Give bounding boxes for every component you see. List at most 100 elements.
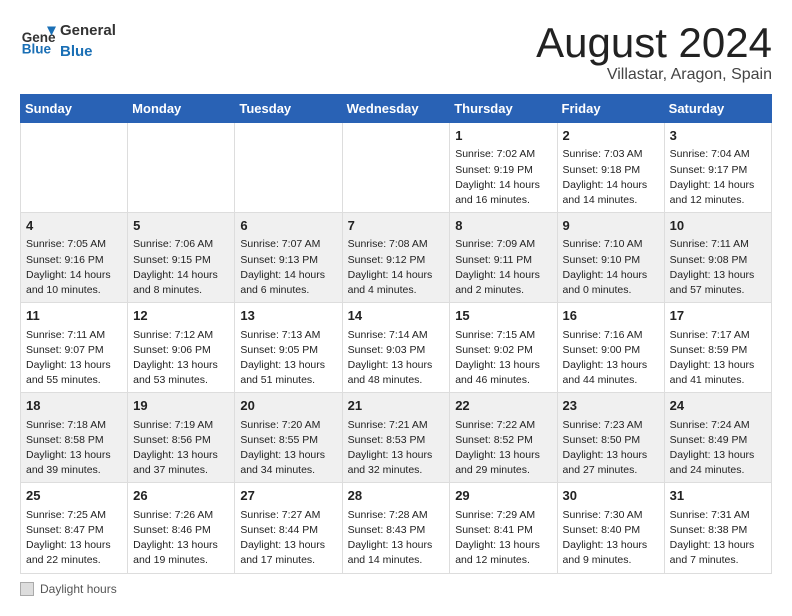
- day-number: 24: [670, 397, 766, 415]
- day-number: 14: [348, 307, 445, 325]
- page-header: General Blue General Blue August 2024 Vi…: [20, 20, 772, 84]
- day-info: Sunrise: 7:12 AM Sunset: 9:06 PM Dayligh…: [133, 328, 229, 389]
- calendar-cell: 25 Sunrise: 7:25 AM Sunset: 8:47 PM Dayli…: [21, 483, 128, 573]
- day-info: Sunrise: 7:06 AM Sunset: 9:15 PM Dayligh…: [133, 237, 229, 298]
- day-number: 17: [670, 307, 766, 325]
- day-number: 5: [133, 217, 229, 235]
- calendar-cell: 5 Sunrise: 7:06 AM Sunset: 9:15 PM Daylig…: [128, 213, 235, 303]
- day-info: Sunrise: 7:15 AM Sunset: 9:02 PM Dayligh…: [455, 328, 551, 389]
- day-info: Sunrise: 7:02 AM Sunset: 9:19 PM Dayligh…: [455, 147, 551, 208]
- day-info: Sunrise: 7:25 AM Sunset: 8:47 PM Dayligh…: [26, 508, 122, 569]
- daylight-label: Daylight hours: [40, 582, 117, 596]
- month-year-title: August 2024: [536, 20, 772, 66]
- location-subtitle: Villastar, Aragon, Spain: [536, 66, 772, 84]
- calendar-cell: 11Sunrise: 7:11 AM Sunset: 9:07 PM Dayli…: [21, 303, 128, 393]
- calendar-week-row: 1Sunrise: 7:02 AM Sunset: 9:19 PM Daylig…: [21, 123, 772, 213]
- calendar-cell: 20 Sunrise: 7:20 AM Sunset: 8:55 PM Dayli…: [235, 393, 342, 483]
- calendar-table: SundayMondayTuesdayWednesdayThursdayFrid…: [20, 94, 772, 573]
- day-info: Sunrise: 7:18 AM Sunset: 8:58 PM Dayligh…: [26, 418, 122, 479]
- day-info: Sunrise: 7:05 AM Sunset: 9:16 PM Dayligh…: [26, 237, 122, 298]
- calendar-cell: 19 Sunrise: 7:19 AM Sunset: 8:56 PM Dayli…: [128, 393, 235, 483]
- day-info: Sunrise: 7:03 AM Sunset: 9:18 PM Dayligh…: [563, 147, 659, 208]
- logo-icon: General Blue: [20, 22, 56, 58]
- day-info: Sunrise: 7:27 AM Sunset: 8:44 PM Dayligh…: [240, 508, 336, 569]
- day-info: Sunrise: 7:26 AM Sunset: 8:46 PM Dayligh…: [133, 508, 229, 569]
- day-number: 13: [240, 307, 336, 325]
- day-number: 28: [348, 487, 445, 505]
- day-number: 23: [563, 397, 659, 415]
- day-info: Sunrise: 7:19 AM Sunset: 8:56 PM Dayligh…: [133, 418, 229, 479]
- day-number: 31: [670, 487, 766, 505]
- col-header-thursday: Thursday: [450, 95, 557, 123]
- day-info: Sunrise: 7:04 AM Sunset: 9:17 PM Dayligh…: [670, 147, 766, 208]
- calendar-week-row: 18Sunrise: 7:18 AM Sunset: 8:58 PM Dayli…: [21, 393, 772, 483]
- col-header-friday: Friday: [557, 95, 664, 123]
- calendar-cell: 4 Sunrise: 7:05 AM Sunset: 9:16 PM Daylig…: [21, 213, 128, 303]
- day-number: 4: [26, 217, 122, 235]
- calendar-cell: 24 Sunrise: 7:24 AM Sunset: 8:49 PM Dayli…: [664, 393, 771, 483]
- day-number: 22: [455, 397, 551, 415]
- day-info: Sunrise: 7:21 AM Sunset: 8:53 PM Dayligh…: [348, 418, 445, 479]
- calendar-cell: 14 Sunrise: 7:14 AM Sunset: 9:03 PM Dayli…: [342, 303, 450, 393]
- day-number: 16: [563, 307, 659, 325]
- calendar-cell: 22 Sunrise: 7:22 AM Sunset: 8:52 PM Dayli…: [450, 393, 557, 483]
- day-number: 12: [133, 307, 229, 325]
- day-info: Sunrise: 7:23 AM Sunset: 8:50 PM Dayligh…: [563, 418, 659, 479]
- calendar-week-row: 11Sunrise: 7:11 AM Sunset: 9:07 PM Dayli…: [21, 303, 772, 393]
- calendar-cell: 12 Sunrise: 7:12 AM Sunset: 9:06 PM Dayli…: [128, 303, 235, 393]
- day-number: 3: [670, 127, 766, 145]
- calendar-cell: 3 Sunrise: 7:04 AM Sunset: 9:17 PM Daylig…: [664, 123, 771, 213]
- logo-blue-text: Blue: [60, 43, 93, 60]
- day-info: Sunrise: 7:24 AM Sunset: 8:49 PM Dayligh…: [670, 418, 766, 479]
- day-number: 30: [563, 487, 659, 505]
- day-number: 10: [670, 217, 766, 235]
- calendar-cell: 18Sunrise: 7:18 AM Sunset: 8:58 PM Dayli…: [21, 393, 128, 483]
- day-number: 25: [26, 487, 122, 505]
- col-header-monday: Monday: [128, 95, 235, 123]
- calendar-cell: 6 Sunrise: 7:07 AM Sunset: 9:13 PM Daylig…: [235, 213, 342, 303]
- calendar-cell: 10 Sunrise: 7:11 AM Sunset: 9:08 PM Dayli…: [664, 213, 771, 303]
- col-header-saturday: Saturday: [664, 95, 771, 123]
- day-info: Sunrise: 7:14 AM Sunset: 9:03 PM Dayligh…: [348, 328, 445, 389]
- calendar-cell: 15 Sunrise: 7:15 AM Sunset: 9:02 PM Dayli…: [450, 303, 557, 393]
- calendar-week-row: 4 Sunrise: 7:05 AM Sunset: 9:16 PM Daylig…: [21, 213, 772, 303]
- day-info: Sunrise: 7:13 AM Sunset: 9:05 PM Dayligh…: [240, 328, 336, 389]
- day-number: 6: [240, 217, 336, 235]
- day-info: Sunrise: 7:11 AM Sunset: 9:07 PM Dayligh…: [26, 328, 122, 389]
- calendar-cell: 31 Sunrise: 7:31 AM Sunset: 8:38 PM Dayli…: [664, 483, 771, 573]
- day-number: 15: [455, 307, 551, 325]
- calendar-cell: 21 Sunrise: 7:21 AM Sunset: 8:53 PM Dayli…: [342, 393, 450, 483]
- calendar-cell: 8Sunrise: 7:09 AM Sunset: 9:11 PM Daylig…: [450, 213, 557, 303]
- day-info: Sunrise: 7:10 AM Sunset: 9:10 PM Dayligh…: [563, 237, 659, 298]
- calendar-cell: 29Sunrise: 7:29 AM Sunset: 8:41 PM Dayli…: [450, 483, 557, 573]
- calendar-week-row: 25 Sunrise: 7:25 AM Sunset: 8:47 PM Dayli…: [21, 483, 772, 573]
- day-info: Sunrise: 7:31 AM Sunset: 8:38 PM Dayligh…: [670, 508, 766, 569]
- col-header-sunday: Sunday: [21, 95, 128, 123]
- calendar-cell: 27Sunrise: 7:27 AM Sunset: 8:44 PM Dayli…: [235, 483, 342, 573]
- day-info: Sunrise: 7:20 AM Sunset: 8:55 PM Dayligh…: [240, 418, 336, 479]
- day-info: Sunrise: 7:30 AM Sunset: 8:40 PM Dayligh…: [563, 508, 659, 569]
- calendar-cell: 30 Sunrise: 7:30 AM Sunset: 8:40 PM Dayli…: [557, 483, 664, 573]
- calendar-cell: 23 Sunrise: 7:23 AM Sunset: 8:50 PM Dayli…: [557, 393, 664, 483]
- calendar-cell: [235, 123, 342, 213]
- day-info: Sunrise: 7:07 AM Sunset: 9:13 PM Dayligh…: [240, 237, 336, 298]
- day-number: 21: [348, 397, 445, 415]
- calendar-cell: 13 Sunrise: 7:13 AM Sunset: 9:05 PM Dayli…: [235, 303, 342, 393]
- logo: General Blue General Blue: [20, 20, 116, 61]
- daylight-box: [20, 582, 34, 596]
- svg-text:Blue: Blue: [22, 42, 52, 57]
- day-info: Sunrise: 7:29 AM Sunset: 8:41 PM Dayligh…: [455, 508, 551, 569]
- calendar-cell: 7Sunrise: 7:08 AM Sunset: 9:12 PM Daylig…: [342, 213, 450, 303]
- day-number: 19: [133, 397, 229, 415]
- calendar-cell: 28Sunrise: 7:28 AM Sunset: 8:43 PM Dayli…: [342, 483, 450, 573]
- day-info: Sunrise: 7:17 AM Sunset: 8:59 PM Dayligh…: [670, 328, 766, 389]
- day-number: 20: [240, 397, 336, 415]
- calendar-cell: 17 Sunrise: 7:17 AM Sunset: 8:59 PM Dayli…: [664, 303, 771, 393]
- day-number: 8: [455, 217, 551, 235]
- title-block: August 2024 Villastar, Aragon, Spain: [536, 20, 772, 84]
- day-number: 7: [348, 217, 445, 235]
- day-info: Sunrise: 7:22 AM Sunset: 8:52 PM Dayligh…: [455, 418, 551, 479]
- calendar-header-row: SundayMondayTuesdayWednesdayThursdayFrid…: [21, 95, 772, 123]
- day-info: Sunrise: 7:11 AM Sunset: 9:08 PM Dayligh…: [670, 237, 766, 298]
- day-number: 26: [133, 487, 229, 505]
